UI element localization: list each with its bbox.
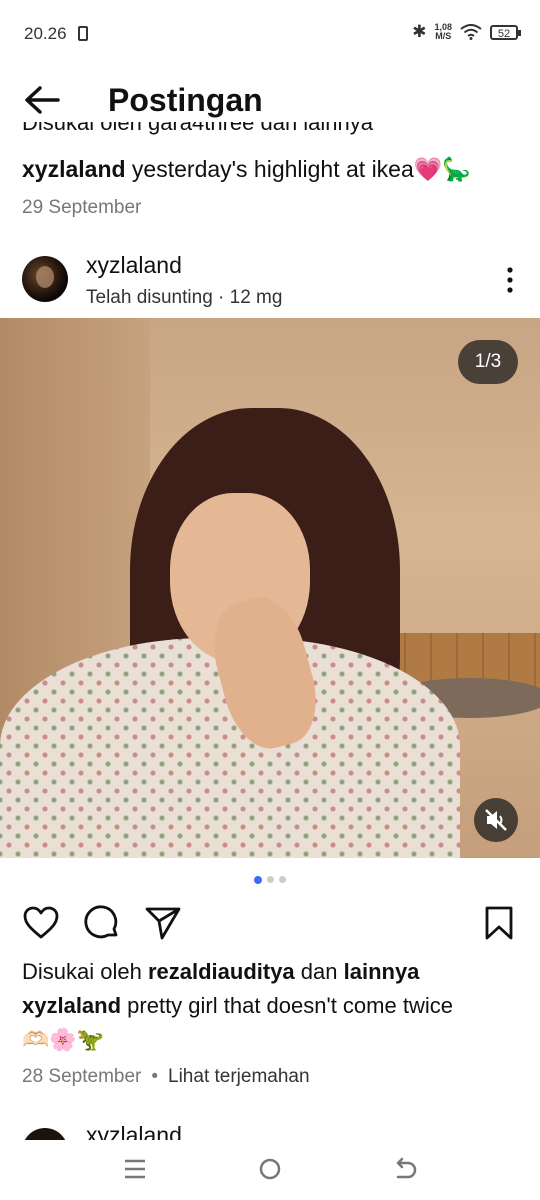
post-username[interactable]: xyzlaland [86, 252, 182, 279]
back-icon[interactable] [390, 1154, 420, 1184]
liked-mid: dan [294, 959, 344, 984]
prev-caption-text: yesterday's highlight at ikea💗🦕 [125, 156, 472, 182]
post-caption: xyzlaland pretty girl that doesn't come … [22, 993, 532, 1019]
see-translation-link[interactable]: Lihat terjemahan [168, 1066, 310, 1087]
prev-liked-text: Disukai oleh gara4three dan lainnya [22, 122, 522, 136]
avatar[interactable] [22, 256, 68, 302]
status-icons: ✱ 1,08 M/S 52 [412, 22, 521, 42]
image-counter: 1/3 [458, 340, 518, 384]
prev-liked-label: Disukai oleh gara4three dan lainnya [22, 122, 374, 135]
bluetooth-icon: ✱ [412, 22, 427, 41]
post-header: xyzlaland Telah disunting · 12 mg [0, 252, 540, 312]
next-post-avatar[interactable] [22, 1128, 68, 1140]
bookmark-icon[interactable] [480, 904, 518, 942]
back-arrow-icon[interactable] [22, 84, 62, 116]
wifi-icon [460, 24, 482, 40]
carousel-indicator [0, 876, 540, 884]
speed-unit: M/S [435, 31, 452, 41]
carousel-dot [267, 876, 274, 883]
likes-text: Disukai oleh rezaldiauditya dan lainnya [22, 959, 419, 985]
date-separator: • [151, 1066, 159, 1087]
page-title: Postingan [108, 82, 263, 118]
carousel-dot [279, 876, 286, 883]
liked-others[interactable]: lainnya [344, 959, 420, 984]
liked-prefix: Disukai oleh [22, 959, 148, 984]
post-date: 28 September [22, 1066, 142, 1087]
caption-username[interactable]: xyzlaland [22, 993, 121, 1018]
caption-emojis: 🫶🏻🌸🦖 [22, 1027, 105, 1052]
status-bar: 20.26 ✱ 1,08 M/S 52 [0, 0, 540, 70]
carousel-dot-active [254, 876, 262, 884]
more-options-icon[interactable] [506, 266, 514, 294]
status-time: 20.26 [24, 24, 67, 43]
network-speed: 1,08 M/S [434, 23, 452, 41]
post-photo[interactable]: 1/3 [0, 318, 540, 858]
menu-icon[interactable] [120, 1154, 150, 1184]
liked-user[interactable]: rezaldiauditya [148, 959, 295, 984]
prev-caption-username[interactable]: xyzlaland [22, 156, 126, 182]
sim-icon [78, 26, 88, 41]
heart-icon[interactable] [22, 904, 60, 942]
action-bar [0, 900, 540, 944]
mute-button[interactable] [474, 798, 518, 842]
prev-date: 29 September [22, 197, 142, 218]
battery-icon: 52 [490, 24, 521, 40]
caption-text: pretty girl that doesn't come twice [121, 993, 453, 1018]
home-icon[interactable] [255, 1154, 285, 1184]
post-date-row: 28 September • Lihat terjemahan [22, 1066, 310, 1088]
system-nav-bar [0, 1140, 540, 1200]
header: Postingan [0, 70, 540, 130]
next-post-username[interactable]: xyzlaland [86, 1122, 182, 1140]
post-subtitle: Telah disunting · 12 mg [86, 287, 283, 308]
comment-icon[interactable] [83, 904, 121, 942]
speaker-muted-icon [485, 809, 507, 831]
prev-caption: xyzlaland yesterday's highlight at ikea💗… [22, 156, 471, 183]
share-icon[interactable] [144, 904, 182, 942]
